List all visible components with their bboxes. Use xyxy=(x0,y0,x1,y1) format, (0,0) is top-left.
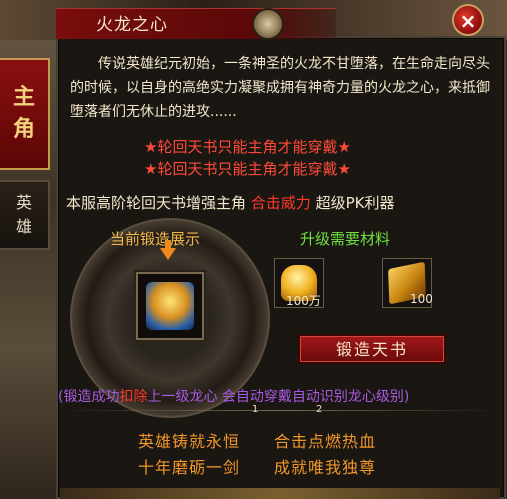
current-item-slot[interactable] xyxy=(136,272,204,340)
warning-line-2: ★轮回天书只能主角才能穿戴★ xyxy=(144,160,351,178)
notice-prefix: (锻造成功 xyxy=(58,389,120,405)
page-marker-1[interactable]: 1 xyxy=(252,404,258,415)
bottom-ornament xyxy=(60,488,500,499)
heavenly-book-icon xyxy=(146,282,194,330)
material-count-1: 100万 xyxy=(286,294,321,308)
notice-highlight: 扣除 xyxy=(119,389,148,405)
intro-text: 传说英雄纪元初始，一条神圣的火龙不甘堕落，在生命走向尽头的时候，以自身的高绝实力… xyxy=(70,56,490,120)
forge-display-label: 当前锻造展示 xyxy=(110,230,201,248)
enhance-suffix: 超级PK利器 xyxy=(315,194,395,212)
enhance-highlight: 合击威力 xyxy=(250,194,311,212)
tab-hero-char-1: 英 xyxy=(15,193,32,212)
notice-suffix: 上一级龙心 会自动穿戴自动识别龙心级别) xyxy=(147,389,410,405)
material-count-2: 100 xyxy=(410,292,433,306)
poem-line-3: 十年磨砺一剑 xyxy=(138,458,241,477)
poem-line-1: 英雄铸就永恒 xyxy=(138,432,241,451)
forge-button[interactable]: 锻造天书 xyxy=(298,334,446,364)
page-marker-2[interactable]: 2 xyxy=(316,404,322,415)
window-title: 火龙之心 xyxy=(96,15,168,35)
arrow-down-icon xyxy=(160,248,176,260)
enhance-prefix: 本服高阶轮回天书增强主角 xyxy=(66,194,247,212)
header-ornament-icon xyxy=(252,8,284,40)
tab-hero-char-2: 雄 xyxy=(15,217,32,236)
tab-main-char-1: 主 xyxy=(12,85,35,110)
forge-notice: (锻造成功扣除上一级龙心 会自动穿戴自动识别龙心级别) xyxy=(58,386,409,406)
warning-line-1: ★轮回天书只能主角才能穿戴★ xyxy=(144,138,351,156)
materials-label: 升级需要材料 xyxy=(300,230,391,248)
divider xyxy=(60,410,500,411)
poem-line-2: 合击点燃热血 xyxy=(274,432,377,451)
close-button[interactable]: × xyxy=(452,4,484,36)
poem-line-4: 成就唯我独尊 xyxy=(274,458,377,477)
tab-hero[interactable]: 英 雄 xyxy=(0,180,50,250)
enhance-line: 本服高阶轮回天书增强主角 合击威力 超级PK利器 xyxy=(66,192,394,213)
